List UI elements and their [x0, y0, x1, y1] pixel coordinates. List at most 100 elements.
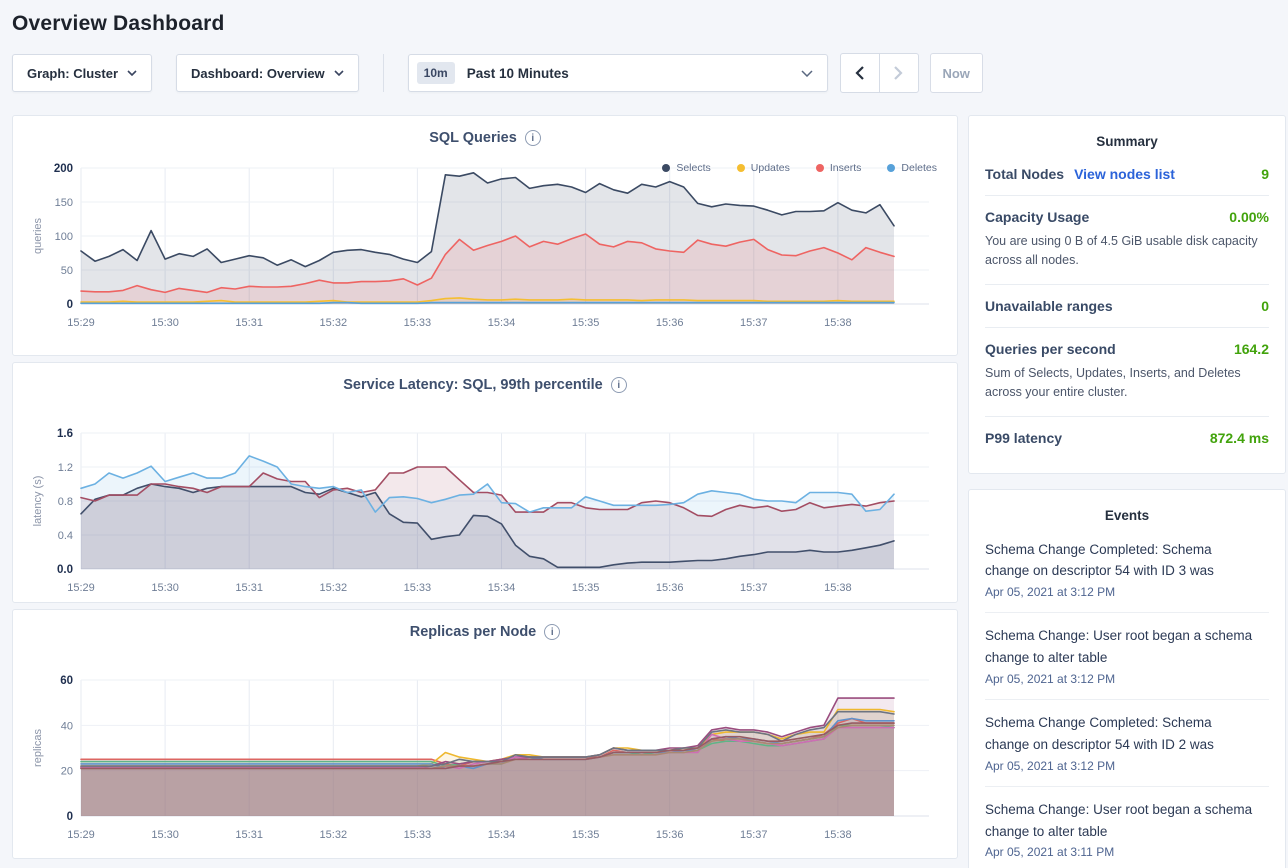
event-item: Schema Change: User root began a schema …: [985, 787, 1269, 868]
svg-text:queries: queries: [32, 217, 44, 254]
svg-text:0.4: 0.4: [58, 530, 73, 542]
events-title: Events: [985, 502, 1269, 527]
info-icon[interactable]: i: [544, 624, 560, 640]
svg-text:replicas: replicas: [32, 729, 44, 767]
summary-value: 872.4 ms: [1210, 430, 1269, 446]
info-icon[interactable]: i: [525, 130, 541, 146]
summary-row-unavailable-ranges: Unavailable ranges 0: [985, 285, 1269, 328]
main-content: SQL Queries i Selects Updates Inserts De…: [12, 115, 1286, 868]
summary-value: 0: [1261, 298, 1269, 314]
svg-text:15:37: 15:37: [740, 829, 768, 841]
svg-text:15:38: 15:38: [824, 829, 852, 841]
dashboard-dropdown[interactable]: Dashboard: Overview: [176, 54, 359, 92]
legend-dot: [737, 164, 745, 172]
svg-text:15:34: 15:34: [488, 582, 516, 594]
summary-row-queries-per-second: Queries per second 164.2 Sum of Selects,…: [985, 328, 1269, 417]
event-timestamp: Apr 05, 2021 at 3:12 PM: [985, 585, 1269, 599]
event-timestamp: Apr 05, 2021 at 3:11 PM: [985, 845, 1269, 859]
charts-column: SQL Queries i Selects Updates Inserts De…: [12, 115, 958, 859]
svg-text:15:29: 15:29: [67, 582, 95, 594]
chart-title: Replicas per Node: [410, 624, 537, 640]
svg-text:15:35: 15:35: [572, 829, 600, 841]
svg-text:15:31: 15:31: [235, 317, 263, 329]
svg-text:15:35: 15:35: [572, 582, 600, 594]
time-forward-button[interactable]: [879, 53, 919, 93]
legend-label: Inserts: [830, 162, 862, 174]
summary-label: Unavailable ranges: [985, 298, 1113, 314]
svg-text:15:30: 15:30: [151, 582, 179, 594]
summary-panel: Summary Total Nodes View nodes list 9 Ca…: [968, 115, 1286, 474]
summary-label: Queries per second: [985, 341, 1116, 357]
svg-text:15:35: 15:35: [572, 317, 600, 329]
event-message: Schema Change: User root began a schema …: [985, 799, 1253, 843]
chevron-left-icon: [855, 66, 864, 80]
legend-item-inserts[interactable]: Inserts: [816, 162, 862, 174]
controls-bar: Graph: Cluster Dashboard: Overview 10m P…: [12, 53, 1286, 93]
svg-text:15:38: 15:38: [824, 317, 852, 329]
svg-text:latency (s): latency (s): [32, 476, 44, 527]
svg-text:15:32: 15:32: [320, 317, 348, 329]
svg-text:15:38: 15:38: [824, 582, 852, 594]
time-range-badge: 10m: [417, 62, 455, 84]
time-range-picker[interactable]: 10m Past 10 Minutes: [408, 54, 828, 92]
svg-text:15:33: 15:33: [404, 582, 432, 594]
summary-row-p99-latency: P99 latency 872.4 ms: [985, 417, 1269, 459]
event-message: Schema Change: User root began a schema …: [985, 625, 1253, 669]
svg-text:15:32: 15:32: [320, 829, 348, 841]
divider: [383, 54, 384, 92]
page: Overview Dashboard Graph: Cluster Dashbo…: [0, 0, 1288, 868]
svg-text:15:29: 15:29: [67, 829, 95, 841]
svg-text:15:36: 15:36: [656, 582, 684, 594]
chevron-down-icon: [801, 70, 813, 77]
summary-value: 164.2: [1234, 341, 1269, 357]
svg-text:40: 40: [61, 720, 73, 732]
sql-queries-chart[interactable]: 15:2915:3015:3115:3215:3315:3415:3515:36…: [29, 160, 943, 332]
svg-text:1.2: 1.2: [58, 462, 73, 474]
svg-text:15:29: 15:29: [67, 317, 95, 329]
service-latency-chart[interactable]: 15:2915:3015:3115:3215:3315:3415:3515:36…: [29, 425, 943, 597]
legend-label: Selects: [676, 162, 710, 174]
svg-text:15:36: 15:36: [656, 829, 684, 841]
event-item: Schema Change Completed: Schema change o…: [985, 700, 1269, 787]
svg-text:0.0: 0.0: [57, 564, 73, 576]
chart-panel-service-latency: Service Latency: SQL, 99th percentile i …: [12, 362, 958, 603]
replicas-per-node-chart[interactable]: 15:2915:3015:3115:3215:3315:3415:3515:36…: [29, 672, 943, 844]
chart-panel-sql-queries: SQL Queries i Selects Updates Inserts De…: [12, 115, 958, 356]
event-timestamp: Apr 05, 2021 at 3:12 PM: [985, 759, 1269, 773]
svg-text:15:37: 15:37: [740, 582, 768, 594]
now-button[interactable]: Now: [930, 53, 983, 93]
time-back-button[interactable]: [840, 53, 880, 93]
legend-label: Updates: [751, 162, 790, 174]
summary-label: Capacity Usage: [985, 209, 1089, 225]
graph-dropdown-label: Graph: Cluster: [27, 66, 118, 81]
svg-text:15:36: 15:36: [656, 317, 684, 329]
events-panel: Events Schema Change Completed: Schema c…: [968, 489, 1286, 868]
summary-description: Sum of Selects, Updates, Inserts, and De…: [985, 364, 1269, 403]
time-range-label: Past 10 Minutes: [467, 66, 789, 81]
summary-title: Summary: [985, 128, 1269, 153]
svg-text:15:34: 15:34: [488, 317, 516, 329]
legend-item-updates[interactable]: Updates: [737, 162, 790, 174]
svg-text:15:31: 15:31: [235, 829, 263, 841]
event-message: Schema Change Completed: Schema change o…: [985, 712, 1253, 756]
summary-label: P99 latency: [985, 430, 1062, 446]
sidebar: Summary Total Nodes View nodes list 9 Ca…: [968, 115, 1286, 868]
legend-label: Deletes: [901, 162, 937, 174]
dashboard-dropdown-label: Dashboard: Overview: [191, 66, 325, 81]
info-icon[interactable]: i: [611, 377, 627, 393]
chevron-down-icon: [127, 70, 137, 76]
view-nodes-list-link[interactable]: View nodes list: [1074, 166, 1175, 182]
legend-item-deletes[interactable]: Deletes: [887, 162, 937, 174]
legend-dot: [887, 164, 895, 172]
svg-text:15:33: 15:33: [404, 829, 432, 841]
event-timestamp: Apr 05, 2021 at 3:12 PM: [985, 672, 1269, 686]
legend-item-selects[interactable]: Selects: [662, 162, 710, 174]
event-item: Schema Change Completed: Schema change o…: [985, 527, 1269, 614]
chevron-right-icon: [894, 66, 903, 80]
graph-dropdown[interactable]: Graph: Cluster: [12, 54, 152, 92]
svg-text:0: 0: [67, 811, 73, 823]
svg-text:0: 0: [67, 299, 73, 311]
summary-label: Total Nodes: [985, 166, 1064, 182]
chevron-down-icon: [334, 70, 344, 76]
summary-row-total-nodes: Total Nodes View nodes list 9: [985, 153, 1269, 196]
